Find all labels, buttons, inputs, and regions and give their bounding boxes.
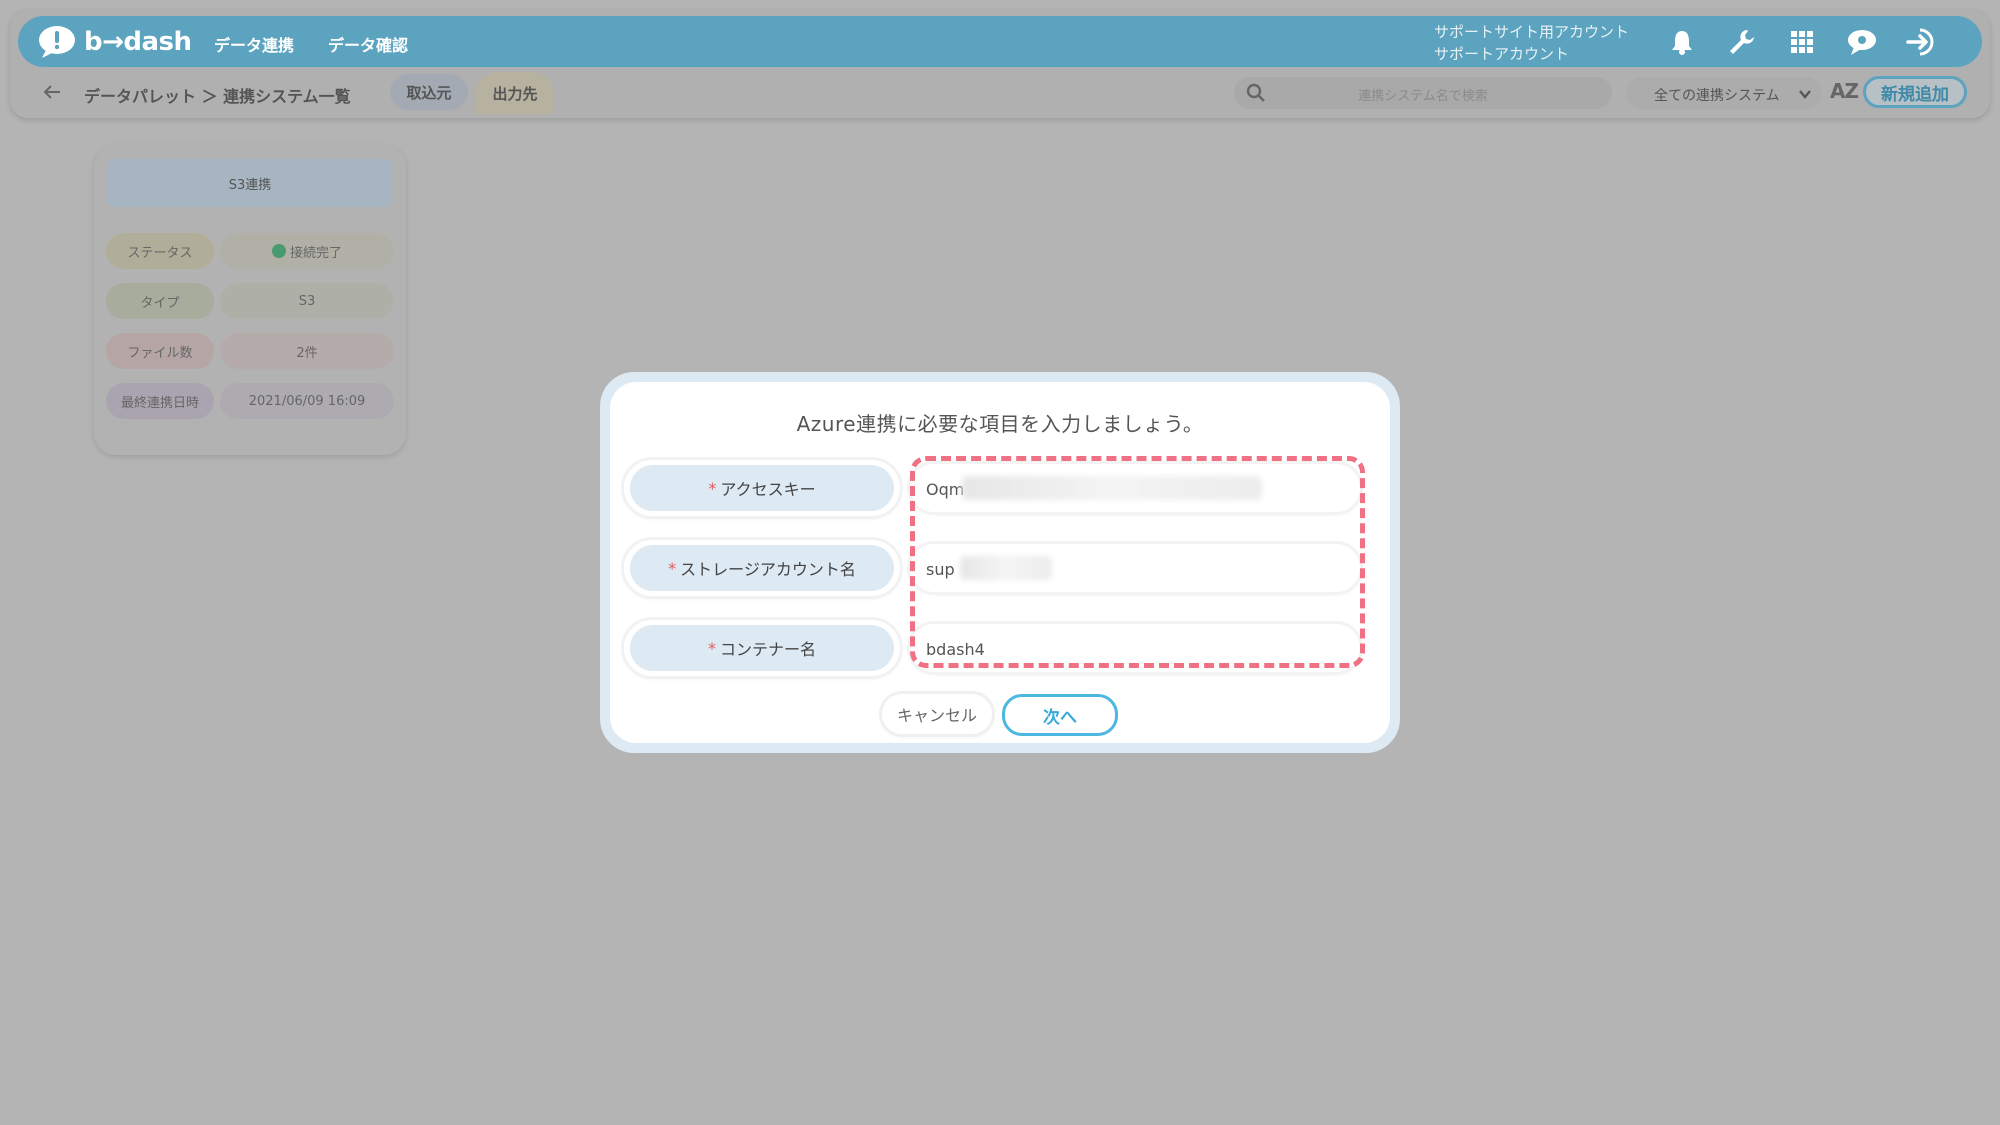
container-name-field[interactable] (910, 624, 1360, 674)
required-mark: * (668, 558, 677, 578)
sub-navigation-bar: データパレット ＞ 連携システム一覧 取込元 出力先 連携システム名で検索 全て… (18, 72, 1982, 114)
card-row-file-count: ファイル数 2件 (106, 333, 394, 369)
next-button[interactable]: 次へ (1002, 694, 1118, 736)
account-user-name: サポートアカウント (1434, 45, 1570, 63)
card-value: S3 (220, 283, 394, 319)
grid-icon[interactable] (1786, 27, 1818, 57)
modal-body: Azure連携に必要な項目を入力しましょう。 * アクセスキー * ストレージア… (610, 382, 1390, 743)
field-label-text-wrap: * コンテナー名 (630, 625, 894, 671)
card-label: 最終連携日時 (106, 383, 214, 419)
required-mark: * (708, 478, 717, 498)
account-site-name: サポートサイト用アカウント (1434, 23, 1630, 41)
cancel-button[interactable]: キャンセル (882, 694, 992, 734)
card-title: S3連携 (108, 159, 392, 207)
add-new-button[interactable]: 新規追加 (1863, 76, 1967, 108)
card-row-type: タイプ S3 (106, 283, 394, 319)
required-mark: * (707, 638, 716, 658)
chat-icon[interactable] (1846, 27, 1878, 57)
card-value-status: 接続完了 (220, 233, 394, 269)
logo-text: b→dash (84, 27, 192, 57)
logo-bubble-icon (38, 24, 78, 60)
redacted-mask (962, 476, 1262, 500)
field-label-text: アクセスキー (720, 480, 816, 499)
bell-icon[interactable] (1666, 27, 1698, 57)
search-box[interactable]: 連携システム名で検索 (1234, 77, 1612, 109)
system-filter-select[interactable]: 全ての連携システム (1626, 77, 1822, 109)
field-label-text-wrap: * ストレージアカウント名 (630, 545, 894, 591)
card-value: 2件 (220, 333, 394, 369)
nav-data-check[interactable]: データ確認 (328, 32, 408, 56)
field-label-storage-account: * ストレージアカウント名 (624, 540, 900, 596)
breadcrumb: データパレット ＞ 連携システム一覧 (84, 87, 351, 106)
field-row-container: * コンテナー名 (624, 620, 1368, 676)
card-value: 2021/06/09 16:09 (220, 383, 394, 419)
top-navigation-bar: b→dash データ連携 データ確認 サポートサイト用アカウント サポートアカウ… (18, 16, 1982, 67)
storage-account-field[interactable] (910, 544, 1360, 594)
filter-value: 全ての連携システム (1654, 88, 1780, 104)
field-row-storage-account: * ストレージアカウント名 (624, 540, 1368, 596)
field-label-text: コンテナー名 (719, 640, 816, 659)
wrench-icon[interactable] (1726, 27, 1758, 57)
account-info[interactable]: サポートサイト用アカウント サポートアカウント (1434, 21, 1629, 65)
sort-az-button[interactable]: AZ (1830, 79, 1859, 103)
back-arrow-icon[interactable] (40, 80, 64, 104)
card-row-status: ステータス 接続完了 (106, 233, 394, 269)
card-row-last-sync: 最終連携日時 2021/06/09 16:09 (106, 383, 394, 419)
modal-title: Azure連携に必要な項目を入力しましょう。 (796, 412, 1204, 436)
check-circle-icon (271, 244, 286, 258)
azure-integration-modal: Azure連携に必要な項目を入力しましょう。 * アクセスキー * ストレージア… (600, 372, 1400, 753)
card-value: 接続完了 (289, 245, 342, 261)
access-key-field[interactable] (910, 464, 1360, 514)
tab-import-source[interactable]: 取込元 (390, 74, 468, 110)
nav-data-integration[interactable]: データ連携 (214, 32, 294, 56)
bdash-logo[interactable]: b→dash (38, 22, 192, 62)
redacted-mask (960, 556, 1052, 580)
tab-output-destination[interactable]: 出力先 (476, 72, 554, 114)
container-name-input[interactable] (924, 624, 1348, 674)
chevron-down-icon (1798, 86, 1812, 105)
search-placeholder: 連携システム名で検索 (1358, 89, 1488, 104)
logout-icon[interactable] (1906, 27, 1938, 57)
card-label: タイプ (106, 283, 214, 319)
field-label-text: ストレージアカウント名 (680, 560, 856, 579)
field-label-container: * コンテナー名 (624, 620, 900, 676)
card-label: ステータス (106, 233, 214, 269)
card-label: ファイル数 (106, 333, 214, 369)
field-label-access-key: * アクセスキー (624, 460, 900, 516)
field-row-access-key: * アクセスキー (624, 460, 1368, 516)
field-label-text-wrap: * アクセスキー (630, 465, 894, 511)
integration-card[interactable]: S3連携 ステータス 接続完了 タイプ S3 ファイル数 2件 最終連携日時 2… (94, 145, 406, 455)
